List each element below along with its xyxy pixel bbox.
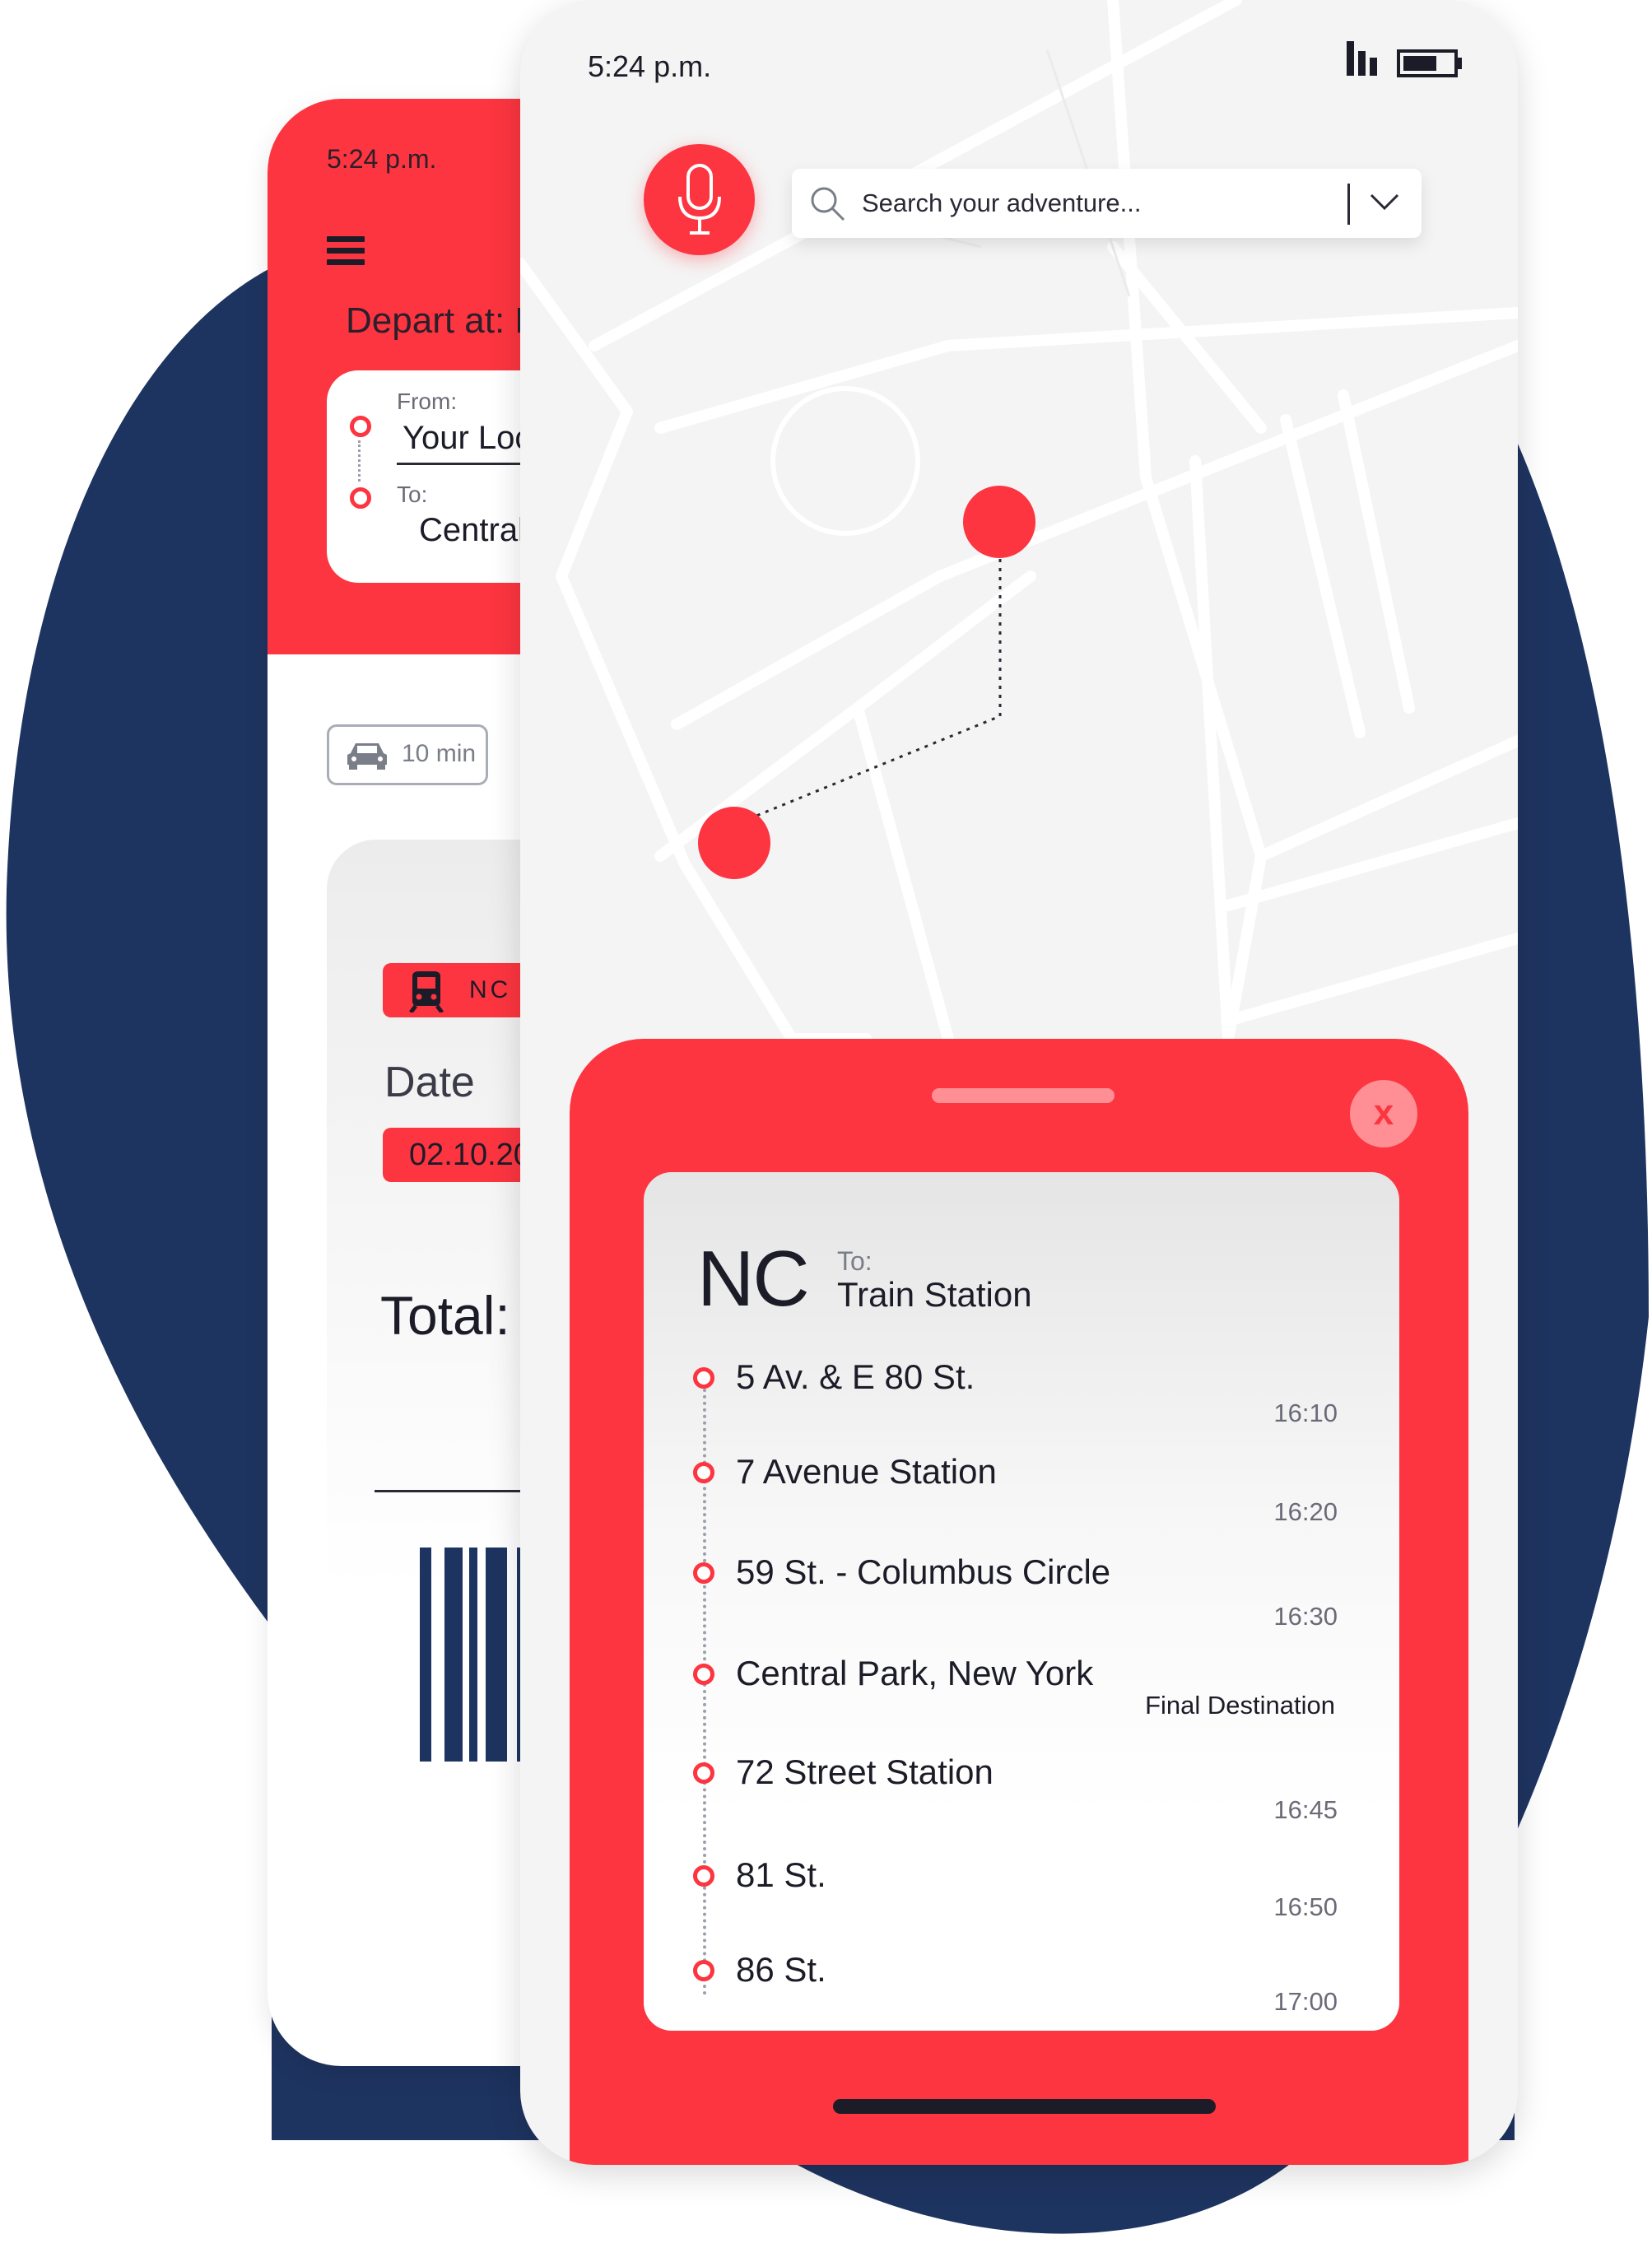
date-label: Date <box>384 1059 475 1106</box>
stop-time: 16:45 <box>1273 1795 1338 1824</box>
home-indicator[interactable] <box>833 2099 1216 2114</box>
stop-time: 17:00 <box>1273 1987 1338 2016</box>
stop-time: 16:10 <box>1273 1399 1338 1427</box>
close-icon[interactable]: x <box>1350 1080 1417 1147</box>
stop-name: 72 Street Station <box>736 1752 994 1791</box>
stop-item[interactable]: 59 St. - Columbus Circle 16:30 <box>644 1552 1399 1635</box>
search-bar[interactable]: Search your adventure... <box>792 169 1422 238</box>
battery-icon <box>1397 49 1462 77</box>
from-input[interactable]: Your Loc <box>403 420 531 457</box>
destination-value: Train Station <box>837 1275 1032 1314</box>
status-time: 5:24 p.m. <box>588 49 712 83</box>
stop-item[interactable]: 81 St. 16:50 <box>644 1855 1399 1938</box>
stop-time: 16:30 <box>1273 1602 1338 1631</box>
stop-name: Central Park, New York <box>736 1654 1094 1692</box>
to-label: To: <box>397 482 428 507</box>
microphone-icon <box>678 164 721 235</box>
stop-time: 16:20 <box>1273 1497 1338 1526</box>
from-label: From: <box>397 389 458 414</box>
origin-marker-icon <box>350 416 371 437</box>
voice-search-button[interactable] <box>644 144 755 255</box>
chevron-down-icon[interactable] <box>1368 192 1401 213</box>
stop-name: 86 St. <box>736 1950 826 1989</box>
stop-marker-icon <box>693 1762 714 1784</box>
stop-marker-icon <box>693 1865 714 1887</box>
stop-marker-icon <box>693 1664 714 1685</box>
destination-label: To: <box>837 1246 873 1276</box>
route-details-sheet: x NC To: Train Station 5 Av. & E 80 St. … <box>570 1039 1468 2165</box>
destination-pin[interactable] <box>963 486 1035 558</box>
stop-item[interactable]: 7 Avenue Station 16:20 <box>644 1452 1399 1534</box>
stop-name: 59 St. - Columbus Circle <box>736 1552 1111 1591</box>
stop-item[interactable]: 86 St. 17:00 <box>644 1950 1399 2032</box>
stop-marker-icon <box>693 1960 714 1981</box>
destination-marker-icon <box>350 487 371 509</box>
depart-label: Depart at: N <box>346 300 542 341</box>
car-icon <box>347 743 387 770</box>
to-input[interactable]: Central <box>419 512 525 549</box>
duration-text: 10 min <box>402 740 477 767</box>
signal-icon <box>1347 41 1377 76</box>
stop-item[interactable]: 5 Av. & E 80 St. 16:10 <box>644 1357 1399 1440</box>
search-input[interactable]: Search your adventure... <box>862 188 1141 218</box>
route-badge-text: NC <box>469 976 512 1003</box>
stop-marker-icon <box>693 1462 714 1483</box>
route-card: NC To: Train Station 5 Av. & E 80 St. 16… <box>644 1172 1399 2031</box>
stop-name: 81 St. <box>736 1855 826 1894</box>
hamburger-icon[interactable] <box>327 236 365 266</box>
train-icon <box>409 971 444 1012</box>
stop-name: 5 Av. & E 80 St. <box>736 1357 975 1396</box>
stop-item-final[interactable]: Central Park, New York Final Destination <box>644 1654 1399 1736</box>
stop-item[interactable]: 72 Street Station 16:45 <box>644 1752 1399 1835</box>
stop-time: 16:50 <box>1273 1892 1338 1921</box>
stop-marker-icon <box>693 1562 714 1584</box>
origin-pin[interactable] <box>698 807 770 879</box>
total-label: Total: <box>380 1285 510 1346</box>
sheet-drag-handle[interactable] <box>932 1088 1115 1103</box>
stop-name: 7 Avenue Station <box>736 1452 997 1491</box>
status-time: 5:24 p.m. <box>327 144 437 174</box>
stop-marker-icon <box>693 1367 714 1389</box>
route-dots <box>358 440 361 482</box>
search-separator <box>1347 184 1350 225</box>
search-icon <box>811 187 845 221</box>
route-id: NC <box>697 1235 810 1323</box>
map-screen: 5:24 p.m. Search your adventure... x NC … <box>520 0 1518 2165</box>
duration-badge[interactable]: 10 min <box>327 724 488 785</box>
final-destination-label: Final Destination <box>1145 1691 1335 1720</box>
